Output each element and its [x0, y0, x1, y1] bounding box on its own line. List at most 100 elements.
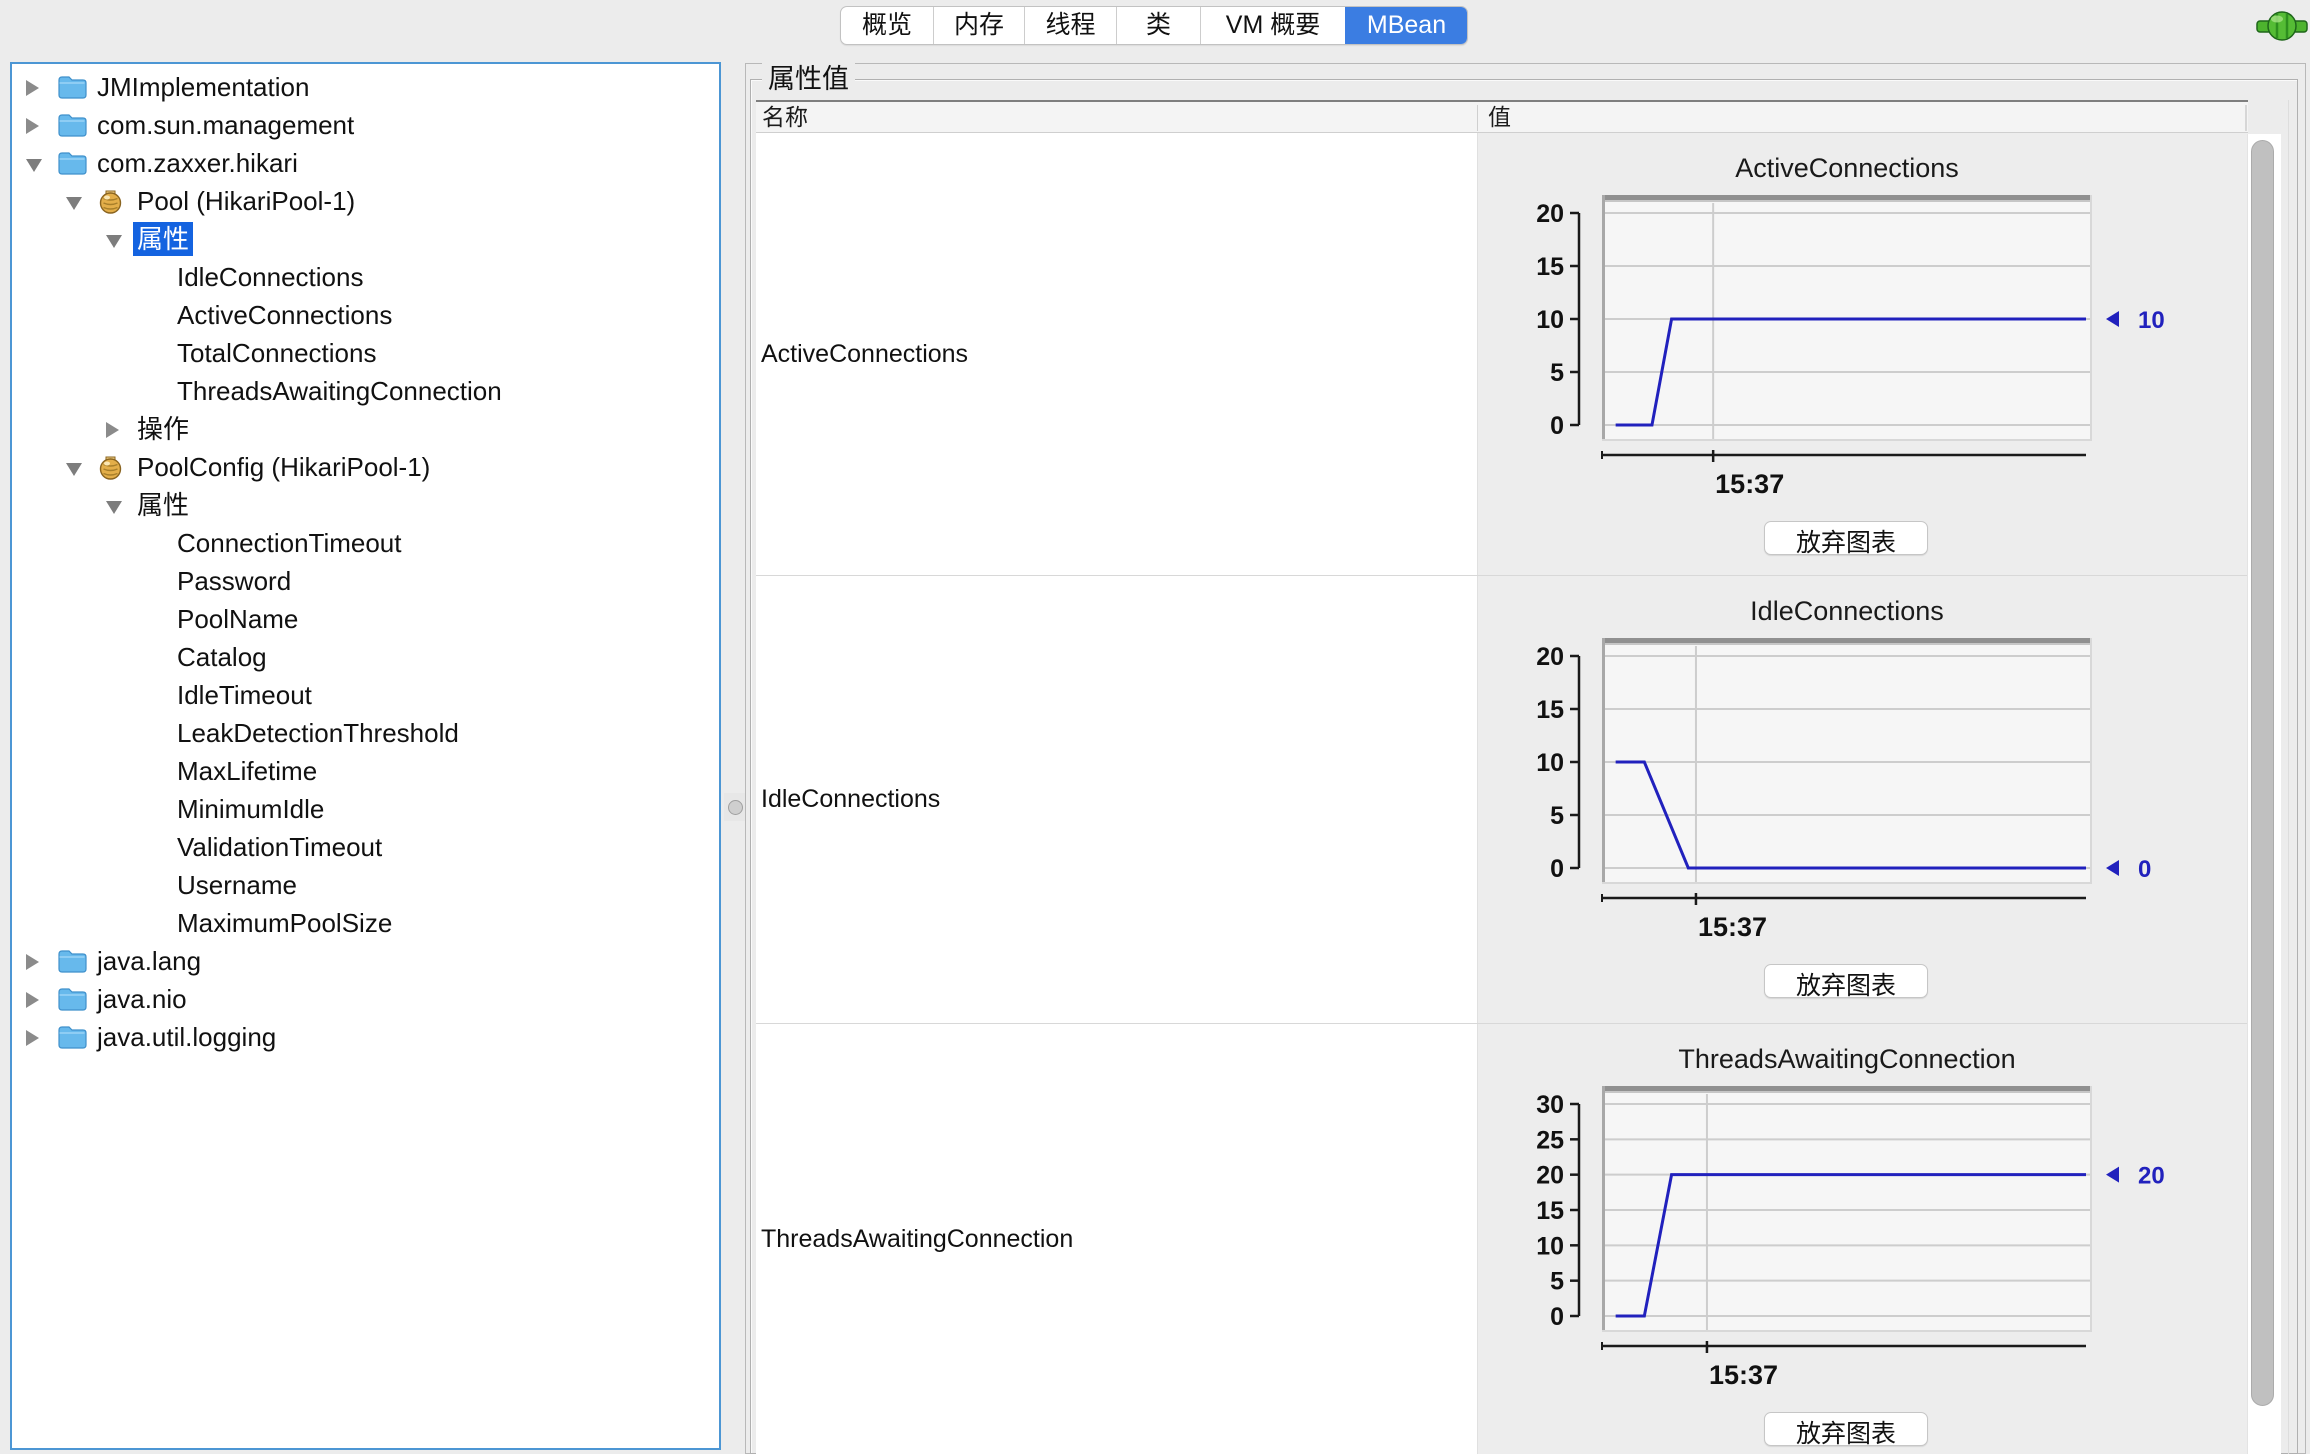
- discard-chart-button[interactable]: 放弃图表: [1764, 964, 1928, 998]
- y-tick-label: 0: [1550, 412, 1564, 440]
- tree-node--[interactable]: 操作: [12, 410, 717, 448]
- folder-icon: [57, 150, 87, 176]
- connected-icon: [2256, 8, 2308, 44]
- chart-current-marker: [2106, 860, 2119, 876]
- mbean-icon: [97, 188, 127, 214]
- tree-node-password[interactable]: Password: [12, 562, 717, 600]
- column-separator[interactable]: [1477, 105, 1478, 131]
- tree-node-minimumidle[interactable]: MinimumIdle: [12, 790, 717, 828]
- chart-title: ThreadsAwaitingConnection: [1678, 1044, 2015, 1074]
- disclosure-triangle[interactable]: [26, 1030, 39, 1046]
- tree-node--[interactable]: 属性: [12, 220, 717, 258]
- splitpane-divider[interactable]: [723, 62, 747, 1454]
- column-header-name[interactable]: 名称: [762, 102, 808, 133]
- tree-node-label: Pool (HikariPool-1): [133, 184, 359, 218]
- tree-node-label: ConnectionTimeout: [173, 526, 406, 560]
- disclosure-triangle[interactable]: [26, 118, 39, 134]
- discard-chart-button[interactable]: 放弃图表: [1764, 521, 1928, 555]
- tree-node-label: MaximumPoolSize: [173, 906, 396, 940]
- vertical-scrollbar-thumb[interactable]: [2251, 140, 2274, 1406]
- tree-node-leakdetectionthreshold[interactable]: LeakDetectionThreshold: [12, 714, 717, 752]
- y-tick-label: 20: [1536, 643, 1564, 671]
- disclosure-triangle[interactable]: [26, 80, 39, 96]
- y-tick-label: 10: [1536, 1232, 1564, 1260]
- tree-node-label: PoolConfig (HikariPool-1): [133, 450, 434, 484]
- chart-current-marker: [2106, 1167, 2119, 1183]
- y-tick-label: 10: [1536, 306, 1564, 334]
- disclosure-triangle[interactable]: [106, 235, 122, 248]
- tree-node-com-zaxxer-hikari[interactable]: com.zaxxer.hikari: [12, 144, 717, 182]
- splitpane-divider-handle[interactable]: [724, 793, 746, 821]
- folder-icon: [57, 112, 87, 138]
- tree-node-label: ValidationTimeout: [173, 830, 386, 864]
- tab-threads[interactable]: 线程: [1024, 7, 1116, 44]
- column-header-value[interactable]: 值: [1488, 102, 1511, 133]
- chart-x-tick-label: 15:37: [1709, 1360, 1778, 1390]
- tree-node-java-util-logging[interactable]: java.util.logging: [12, 1018, 717, 1056]
- tab-memory[interactable]: 内存: [933, 7, 1024, 44]
- attribute-value-cell: IdleConnections05101520015:37 放弃图表: [1477, 576, 2248, 1023]
- table-row[interactable]: IdleConnections IdleConnections051015200…: [756, 576, 2248, 1024]
- tree-node-validationtimeout[interactable]: ValidationTimeout: [12, 828, 717, 866]
- disclosure-triangle[interactable]: [26, 954, 39, 970]
- tree-node-label: 属性: [133, 222, 193, 256]
- discard-chart-button[interactable]: 放弃图表: [1764, 1412, 1928, 1446]
- tree-node-username[interactable]: Username: [12, 866, 717, 904]
- tab-classes[interactable]: 类: [1116, 7, 1200, 44]
- tree-node-java-lang[interactable]: java.lang: [12, 942, 717, 980]
- tree-node-jmimplementation[interactable]: JMImplementation: [12, 68, 717, 106]
- chart-title: IdleConnections: [1750, 596, 1944, 626]
- tab-mbean[interactable]: MBean: [1345, 7, 1467, 44]
- y-tick-label: 5: [1550, 1268, 1564, 1296]
- tree-node-idleconnections[interactable]: IdleConnections: [12, 258, 717, 296]
- y-tick-label: 10: [1536, 749, 1564, 777]
- jconsole-window: 概览内存线程类VM 概要MBean JMImplementationcom.su…: [0, 0, 2310, 1454]
- tree-node-maxlifetime[interactable]: MaxLifetime: [12, 752, 717, 790]
- mbean-tree-panel: JMImplementationcom.sun.managementcom.za…: [10, 62, 721, 1450]
- tree-node-label: java.util.logging: [93, 1020, 280, 1054]
- disclosure-triangle[interactable]: [26, 159, 42, 172]
- tree-node-label: IdleTimeout: [173, 678, 316, 712]
- disclosure-triangle[interactable]: [66, 463, 82, 476]
- tree-node-catalog[interactable]: Catalog: [12, 638, 717, 676]
- y-tick-label: 15: [1536, 696, 1564, 724]
- tree-node--[interactable]: 属性: [12, 486, 717, 524]
- disclosure-triangle[interactable]: [106, 422, 119, 438]
- tree-node-activeconnections[interactable]: ActiveConnections: [12, 296, 717, 334]
- disclosure-triangle[interactable]: [66, 197, 82, 210]
- y-tick-label: 20: [1536, 200, 1564, 228]
- tree-node-label: JMImplementation: [93, 70, 313, 104]
- y-tick-label: 5: [1550, 802, 1564, 830]
- tree-node-connectiontimeout[interactable]: ConnectionTimeout: [12, 524, 717, 562]
- tree-node-poolconfig-hikaripool-1-[interactable]: PoolConfig (HikariPool-1): [12, 448, 717, 486]
- table-row[interactable]: ActiveConnections ActiveConnections05101…: [756, 133, 2248, 576]
- tab-vm-summary[interactable]: VM 概要: [1200, 7, 1345, 44]
- attribute-chart: ActiveConnections051015201015:37: [1478, 133, 2248, 576]
- tree-node-label: 属性: [133, 488, 193, 522]
- tree-node-label: java.lang: [93, 944, 205, 978]
- column-end-separator: [2245, 105, 2247, 131]
- chart-current-value: 0: [2138, 856, 2151, 883]
- tree-node-poolname[interactable]: PoolName: [12, 600, 717, 638]
- disclosure-triangle[interactable]: [106, 501, 122, 514]
- attribute-name-cell: IdleConnections: [756, 576, 1477, 1023]
- tree-node-label: 操作: [133, 412, 193, 446]
- table-row[interactable]: ThreadsAwaitingConnection ThreadsAwaitin…: [756, 1024, 2248, 1454]
- tree-node-maximumpoolsize[interactable]: MaximumPoolSize: [12, 904, 717, 942]
- tree-node-threadsawaitingconnection[interactable]: ThreadsAwaitingConnection: [12, 372, 717, 410]
- folder-icon: [57, 948, 87, 974]
- chart-current-marker: [2106, 311, 2119, 327]
- attribute-table-body: ActiveConnections ActiveConnections05101…: [756, 133, 2248, 1454]
- disclosure-triangle[interactable]: [26, 992, 39, 1008]
- tree-node-totalconnections[interactable]: TotalConnections: [12, 334, 717, 372]
- attribute-chart: IdleConnections05101520015:37: [1478, 576, 2248, 1024]
- tab-overview[interactable]: 概览: [841, 7, 933, 44]
- tree-node-label: MaxLifetime: [173, 754, 321, 788]
- tree-node-java-nio[interactable]: java.nio: [12, 980, 717, 1018]
- tree-node-com-sun-management[interactable]: com.sun.management: [12, 106, 717, 144]
- tree-node-idletimeout[interactable]: IdleTimeout: [12, 676, 717, 714]
- tree-node-pool-hikaripool-1-[interactable]: Pool (HikariPool-1): [12, 182, 717, 220]
- folder-icon: [57, 1024, 87, 1050]
- tab-bar: 概览内存线程类VM 概要MBean: [840, 6, 1468, 45]
- mbean-icon: [97, 454, 127, 480]
